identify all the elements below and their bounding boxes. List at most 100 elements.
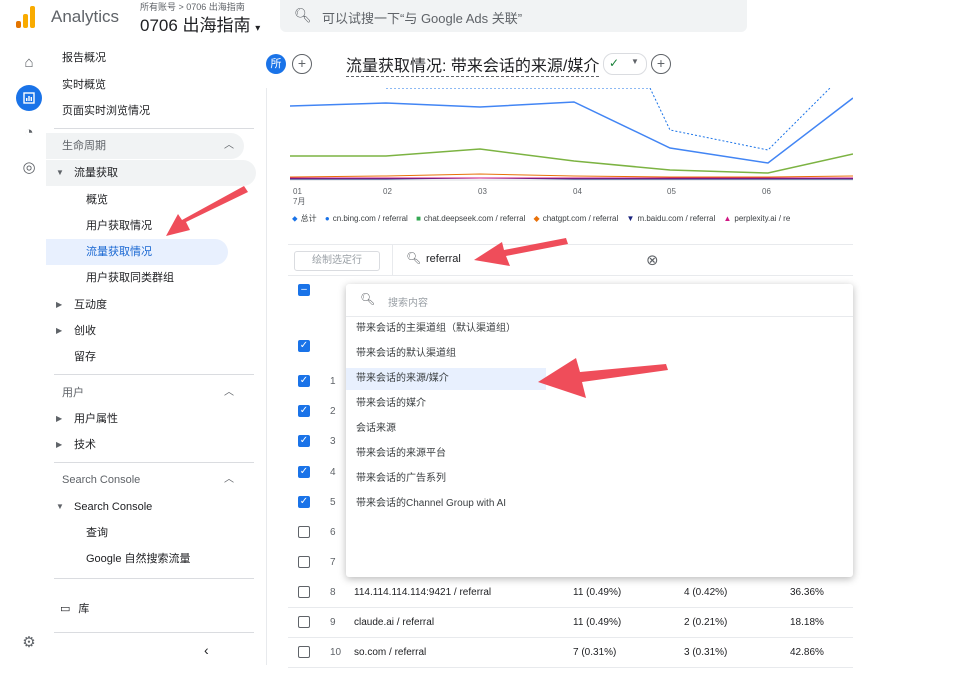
engagement-rate-cell: 42.86% [790,647,824,658]
search-bar[interactable]: 🔍︎ 可以试搜一下“与 Google Ads 关联” [280,0,747,32]
source-medium-cell[interactable]: 114.114.114.114:9421 / referral [354,587,491,598]
item-label: 互动度 [74,299,107,311]
dropdown-option[interactable]: 带来会话的媒介 [346,393,546,415]
row-checkbox[interactable]: ✓ [298,435,310,447]
search-placeholder: 可以试搜一下“与 Google Ads 关联” [322,11,523,26]
row-checkbox[interactable]: ✓ [298,466,310,478]
row-checkbox[interactable] [298,646,310,658]
caret-right-icon: ▶ [56,414,63,423]
sidebar-item-user-acquisition[interactable]: 用户获取情况 [86,213,152,239]
collapse-chevron-icon[interactable]: ‹ [204,642,209,658]
engagement-rate-cell: 18.18% [790,617,824,628]
sidebar-item-reports-snapshot[interactable]: 报告概况 [62,45,106,71]
source-medium-cell[interactable]: so.com / referral [354,647,426,658]
row-number: 1 [330,376,336,387]
sidebar-item-tech[interactable]: ▶ 技术 [56,432,96,458]
analytics-logo[interactable] [16,6,36,28]
row-checkbox[interactable] [298,526,310,538]
sidebar-item-queries[interactable]: 查询 [86,520,108,546]
report-header: 所 + 流量获取情况: 带来会话的来源/媒介 ✓ ▼ + [266,40,853,88]
legend-item[interactable]: ■ chat.deepseek.com / referral [416,214,525,223]
property-selector[interactable]: 0706 出海指南 ▾ [140,11,260,36]
add-button[interactable]: + [651,54,671,74]
chevron-up-icon: ︿ [224,387,234,398]
table-search-input[interactable]: referral [426,253,461,265]
source-medium-cell[interactable]: claude.ai / referral [354,617,434,628]
add-comparison-button[interactable]: + [292,54,312,74]
search-icon: 🔍︎ [406,251,422,265]
row-checkbox[interactable]: ✓ [298,375,310,387]
sidebar-section-lifecycle[interactable]: 生命周期 ︿ [46,133,244,159]
row-checkbox[interactable]: ✓ [298,340,310,352]
row-checkbox[interactable] [298,586,310,598]
comparison-badge[interactable]: 所 [266,54,286,74]
dropdown-option[interactable]: 带来会话的来源平台 [346,443,546,465]
divider [54,128,254,129]
sidebar-item-realtime-pages[interactable]: 页面实时浏览情况 [62,98,150,124]
sidebar-section-search-console[interactable]: Search Console ︿ [46,467,244,493]
sidebar-item-engagement[interactable]: ▶ 互动度 [56,292,107,318]
x-tick: 02 [383,187,392,196]
dropdown-option[interactable]: 带来会话的主渠道组（默认渠道组） [346,318,546,340]
row-checkbox[interactable]: ✓ [298,496,310,508]
row-checkbox[interactable] [298,616,310,628]
series-cn-bing [290,97,853,164]
triangle-down-marker-icon: ▼ [626,214,635,223]
engaged-sessions-cell: 2 (0.21%) [684,617,728,628]
legend-item[interactable]: ▲ perplexity.ai / re [723,214,790,223]
square-marker-icon: ■ [416,214,421,223]
table-row[interactable]: 10 so.com / referral 7 (0.31%) 3 (0.31%)… [288,637,853,668]
sidebar-item-user-attributes[interactable]: ▶ 用户属性 [56,406,118,432]
sidebar-item-library[interactable]: ▭ 库 [60,596,89,622]
sidebar-item-retention[interactable]: 留存 [74,344,96,370]
dropdown-search-input[interactable]: 搜索内容 [388,294,428,309]
sidebar-item-acquisition[interactable]: ▼ 流量获取 [46,160,256,186]
dropdown-option[interactable]: 带来会话的默认渠道组 [346,343,546,365]
search-icon: 🔍︎ [294,7,312,23]
dropdown-option-selected[interactable]: 带来会话的来源/媒介 [346,368,546,390]
table-row[interactable]: 9 claude.ai / referral 11 (0.49%) 2 (0.2… [288,607,853,638]
x-tick: 03 [478,187,487,196]
caret-down-icon: ▾ [255,23,261,34]
legend-item[interactable]: ◆ chatgpt.com / referral [534,214,619,223]
sidebar-item-realtime[interactable]: 实时概览 [62,72,106,98]
sidebar-item-traffic-acquisition[interactable]: 流量获取情况 [46,239,228,265]
legend-item[interactable]: ▼ m.baidu.com / referral [627,214,716,223]
dropdown-search[interactable]: 🔍︎ 搜索内容 [346,284,853,317]
item-label: Search Console [74,501,153,513]
x-tick: 04 [573,187,582,196]
sidebar-item-search-console[interactable]: ▼ Search Console [56,494,153,520]
row-number: 6 [330,527,336,538]
legend-item[interactable]: ⬥ 总计 [292,213,317,224]
select-all-checkbox[interactable]: – [298,284,310,296]
chevron-up-icon: ︿ [224,474,234,485]
plot-rows-button[interactable]: 绘制选定行 [294,251,380,271]
sidebar-section-user[interactable]: 用户 ︿ [46,380,244,406]
table-row[interactable]: 8 114.114.114.114:9421 / referral 11 (0.… [288,577,853,608]
home-icon[interactable]: ⌂ [16,50,42,76]
reports-icon[interactable] [16,85,42,111]
table-area [288,275,853,276]
dropdown-option[interactable]: 会话来源 [346,418,546,440]
item-label: 技术 [74,439,96,451]
search-icon: 🔍︎ [360,292,376,306]
row-checkbox[interactable]: ✓ [298,405,310,417]
engagement-rate-cell: 36.36% [790,587,824,598]
clear-search-icon[interactable]: ⊗ [646,251,659,269]
row-number: 4 [330,467,336,478]
sidebar-item-monetization[interactable]: ▶ 创收 [56,318,96,344]
legend-item[interactable]: ● cn.bing.com / referral [325,214,408,223]
page-title: 流量获取情况: 带来会话的来源/媒介 [346,52,600,77]
dropdown-option[interactable]: 带来会话的广告系列 [346,468,546,490]
dropdown-option[interactable]: 带来会话的Channel Group with AI [346,493,596,515]
sidebar-item-overview[interactable]: 概览 [86,187,108,213]
explore-icon[interactable]: ◔ [16,120,42,146]
settings-gear-icon[interactable]: ⚙ [16,630,42,656]
divider [54,374,254,375]
sidebar-item-organic-search[interactable]: Google 自然搜索流量 [86,546,191,572]
row-checkbox[interactable] [298,556,310,568]
advertising-icon[interactable]: ◎ [16,155,42,181]
sidebar-item-user-cohort[interactable]: 用户获取同类群组 [86,265,174,291]
status-dropdown[interactable]: ✓ ▼ [603,53,647,75]
divider [392,245,393,275]
